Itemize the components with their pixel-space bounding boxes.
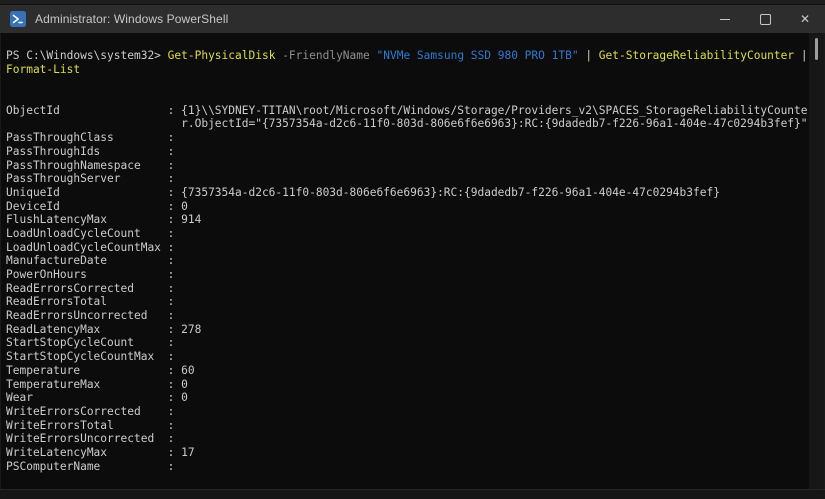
close-button[interactable]: ✕ (785, 5, 825, 33)
output-row: StartStopCycleCount : (6, 336, 809, 350)
output-row: r.ObjectId="{7357354a-d2c6-11f0-803d-806… (6, 117, 809, 131)
window-controls: ✕ (705, 5, 825, 33)
powershell-window: Administrator: Windows PowerShell ✕ PS C… (0, 0, 825, 498)
output-row: LoadUnloadCycleCount : (6, 227, 809, 241)
output-row: PassThroughServer : (6, 172, 809, 186)
output-row: PassThroughNamespace : (6, 159, 809, 173)
output-row: DeviceId : 0 (6, 200, 809, 214)
output-row: PSComputerName : (6, 460, 809, 474)
window-title: Administrator: Windows PowerShell (35, 12, 228, 26)
titlebar[interactable]: Administrator: Windows PowerShell ✕ (0, 5, 825, 33)
space (370, 49, 377, 62)
command-line-1: PS C:\Windows\system32> Get-PhysicalDisk… (6, 49, 809, 63)
output-row: PassThroughIds : (6, 145, 809, 159)
maximize-icon (760, 14, 771, 25)
output-row: WriteLatencyMax : 17 (6, 446, 809, 460)
output-row: ReadLatencyMax : 278 (6, 323, 809, 337)
output-row: ObjectId : {1}\\SYDNEY-TITAN\root/Micros… (6, 104, 809, 118)
minimize-icon (720, 19, 730, 20)
terminal-viewport[interactable]: PS C:\Windows\system32> Get-PhysicalDisk… (0, 33, 825, 489)
command-line-2: Format-List (6, 63, 809, 77)
scrollbar-thumb[interactable] (815, 38, 818, 60)
output-row: Wear : 0 (6, 391, 809, 405)
pipe-token: | (794, 49, 807, 62)
scrollbar-track[interactable] (809, 33, 824, 489)
output-row: ReadErrorsTotal : (6, 295, 809, 309)
close-icon: ✕ (800, 13, 810, 25)
blank-line (6, 76, 809, 90)
output-row: ReadErrorsCorrected : (6, 282, 809, 296)
output-row: UniqueId : {7357354a-d2c6-11f0-803d-806e… (6, 186, 809, 200)
cmdlet-token: Format-List (6, 63, 80, 76)
output-row: TemperatureMax : 0 (6, 378, 809, 392)
string-token: "NVMe Samsung SSD 980 PRO 1TB" (377, 49, 579, 62)
output-row: PowerOnHours : (6, 268, 809, 282)
output-row: LoadUnloadCycleCountMax : (6, 241, 809, 255)
output-row: WriteErrorsTotal : (6, 419, 809, 433)
blank-line (6, 90, 809, 104)
output-rows: ObjectId : {1}\\SYDNEY-TITAN\root/Micros… (6, 104, 809, 474)
pipe-token: | (579, 49, 599, 62)
powershell-icon[interactable] (10, 11, 26, 27)
terminal-content: PS C:\Windows\system32> Get-PhysicalDisk… (1, 33, 809, 489)
cmdlet-token: Get-PhysicalDisk (168, 49, 276, 62)
output-row: WriteErrorsUncorrected : (6, 432, 809, 446)
cmdlet-token: Get-StorageReliabilityCounter (599, 49, 794, 62)
parameter-token: -FriendlyName (282, 49, 370, 62)
output-row: FlushLatencyMax : 914 (6, 213, 809, 227)
output-row: PassThroughClass : (6, 131, 809, 145)
minimize-button[interactable] (705, 5, 745, 33)
output-row: ManufactureDate : (6, 254, 809, 268)
output-row: Temperature : 60 (6, 364, 809, 378)
output-row: WriteErrorsCorrected : (6, 405, 809, 419)
output-row: StartStopCycleCountMax : (6, 350, 809, 364)
prompt-text: PS C:\Windows\system32> (6, 49, 168, 62)
maximize-button[interactable] (745, 5, 785, 33)
output-row: ReadErrorsUncorrected : (6, 309, 809, 323)
